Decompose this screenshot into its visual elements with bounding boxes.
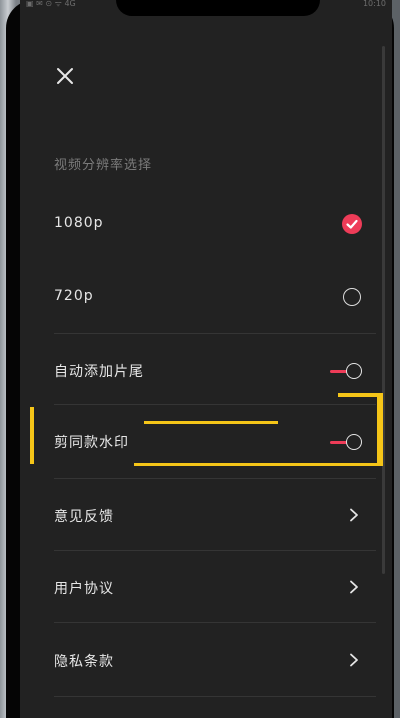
privacy-row[interactable]: 隐私条款 xyxy=(54,649,364,673)
unchecked-radio-icon[interactable] xyxy=(343,288,361,306)
chevron-right-icon xyxy=(350,580,358,594)
resolution-section-title: 视频分辨率选择 xyxy=(54,158,153,173)
watermark-label: 剪同款水印 xyxy=(54,435,129,451)
phone-frame: ▣ ✉ ⊙ ᯤ 4G 10:10 视频分辨率选择 1080p 720p 自动添加… xyxy=(0,0,400,718)
auto-outro-toggle[interactable] xyxy=(330,361,364,381)
highlight-box-left xyxy=(30,407,34,464)
highlight-box-top xyxy=(144,421,278,424)
resolution-option-label: 720p xyxy=(54,288,94,304)
auto-outro-label: 自动添加片尾 xyxy=(54,364,144,380)
user-agreement-label: 用户协议 xyxy=(54,581,114,597)
camera-notch xyxy=(116,0,320,16)
watermark-toggle[interactable] xyxy=(330,432,364,452)
chevron-right-icon xyxy=(350,653,358,667)
settings-screen: ▣ ✉ ⊙ ᯤ 4G 10:10 视频分辨率选择 1080p 720p 自动添加… xyxy=(20,0,392,718)
toggle-knob xyxy=(346,363,362,379)
watermark-row[interactable]: 剪同款水印 xyxy=(54,430,364,454)
close-icon xyxy=(57,68,73,84)
resolution-option-label: 1080p xyxy=(54,215,104,231)
divider xyxy=(54,333,376,334)
feedback-row[interactable]: 意见反馈 xyxy=(54,504,364,528)
divider xyxy=(54,404,376,405)
status-icons-left: ▣ ✉ ⊙ ᯤ 4G xyxy=(26,0,76,8)
highlight-box-top-right xyxy=(338,393,383,397)
chevron-right-icon xyxy=(350,508,358,522)
highlight-box-bottom xyxy=(134,463,383,466)
divider xyxy=(54,696,376,697)
highlight-box-right xyxy=(377,393,383,466)
scrollbar[interactable] xyxy=(382,46,385,574)
checked-radio-icon[interactable] xyxy=(342,214,362,234)
feedback-label: 意见反馈 xyxy=(54,509,114,525)
toggle-knob xyxy=(346,434,362,450)
resolution-option-1080p[interactable]: 1080p xyxy=(54,213,364,237)
privacy-label: 隐私条款 xyxy=(54,654,114,670)
divider xyxy=(54,622,376,623)
close-button[interactable] xyxy=(54,65,76,87)
checkmark-icon xyxy=(346,219,358,229)
resolution-option-720p[interactable]: 720p xyxy=(54,286,364,310)
divider xyxy=(54,550,376,551)
auto-outro-row[interactable]: 自动添加片尾 xyxy=(54,359,364,383)
divider xyxy=(54,478,376,479)
phone-bezel: ▣ ✉ ⊙ ᯤ 4G 10:10 视频分辨率选择 1080p 720p 自动添加… xyxy=(6,0,394,718)
user-agreement-row[interactable]: 用户协议 xyxy=(54,576,364,600)
status-time: 10:10 xyxy=(362,0,386,8)
